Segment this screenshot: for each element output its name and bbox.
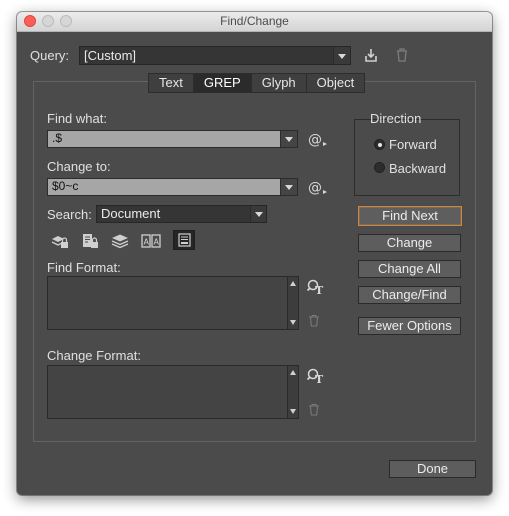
window-title: Find/Change — [220, 14, 289, 28]
forward-label[interactable]: Forward — [389, 137, 437, 152]
done-button[interactable]: Done — [389, 460, 476, 478]
change-format-box[interactable] — [47, 365, 299, 419]
search-label: Search: — [47, 207, 92, 222]
at-symbol-icon[interactable]: @ — [308, 131, 328, 147]
at-symbol-icon[interactable]: @ — [308, 179, 328, 195]
include-footnotes-toggle[interactable] — [173, 230, 195, 250]
direction-group — [354, 119, 460, 196]
svg-text:@: @ — [308, 180, 322, 195]
specify-format-icon[interactable]: T — [307, 279, 325, 295]
search-scope-value: Document — [101, 206, 161, 221]
trash-icon[interactable] — [308, 403, 320, 416]
backward-radio[interactable] — [374, 162, 385, 173]
find-what-label: Find what: — [47, 111, 107, 126]
change-format-label: Change Format: — [47, 348, 141, 363]
search-scope-dropdown[interactable]: Document — [96, 205, 267, 223]
chevron-down-icon — [333, 47, 350, 64]
tab-object[interactable]: Object — [307, 74, 365, 92]
svg-text:@: @ — [308, 132, 322, 147]
chevron-down-icon[interactable] — [280, 131, 297, 147]
tab-glyph[interactable]: Glyph — [252, 74, 307, 92]
specify-format-icon[interactable]: T — [307, 368, 325, 384]
change-find-button[interactable]: Change/Find — [358, 286, 461, 304]
find-format-scrollbar[interactable] — [287, 277, 298, 329]
include-hidden-layers-icon[interactable] — [111, 233, 129, 249]
scroll-down-icon[interactable] — [288, 315, 298, 329]
include-master-pages-icon[interactable]: A A — [141, 233, 161, 249]
svg-text:T: T — [315, 284, 324, 295]
scroll-up-icon[interactable] — [288, 277, 298, 291]
fewer-options-button[interactable]: Fewer Options — [358, 317, 461, 335]
svg-text:T: T — [315, 373, 324, 384]
find-change-dialog: Find/Change Query: [Custom] Text GREP Gl… — [17, 12, 492, 495]
find-what-value: .$ — [52, 131, 63, 145]
find-format-label: Find Format: — [47, 260, 121, 275]
change-to-value: $0~c — [52, 179, 79, 193]
query-dropdown[interactable]: [Custom] — [79, 46, 351, 65]
tab-grep[interactable]: GREP — [193, 74, 252, 92]
change-all-button[interactable]: Change All — [358, 260, 461, 278]
change-format-scrollbar[interactable] — [287, 366, 298, 418]
svg-text:A: A — [154, 238, 160, 247]
backward-label[interactable]: Backward — [389, 161, 446, 176]
trash-icon[interactable] — [395, 47, 409, 63]
query-value: [Custom] — [84, 48, 137, 63]
svg-text:A: A — [144, 238, 150, 247]
find-next-button[interactable]: Find Next — [358, 206, 462, 226]
title-bar[interactable]: Find/Change — [17, 12, 492, 32]
chevron-down-icon[interactable] — [280, 179, 297, 195]
include-locked-stories-icon[interactable] — [81, 233, 99, 249]
scroll-up-icon[interactable] — [288, 366, 298, 380]
chevron-down-icon — [250, 206, 266, 222]
mode-tabs: Text GREP Glyph Object — [148, 73, 366, 93]
query-label: Query: — [30, 48, 70, 63]
forward-radio[interactable] — [374, 139, 385, 150]
direction-label: Direction — [370, 111, 422, 126]
include-footnotes-icon — [178, 233, 191, 247]
save-query-icon[interactable] — [363, 47, 379, 63]
scroll-down-icon[interactable] — [288, 404, 298, 418]
include-locked-layers-icon[interactable] — [51, 233, 69, 249]
find-format-box[interactable] — [47, 276, 299, 330]
change-to-label: Change to: — [47, 159, 111, 174]
trash-icon[interactable] — [308, 314, 320, 327]
change-to-field[interactable]: $0~c — [47, 178, 298, 196]
tab-text[interactable]: Text — [149, 74, 194, 92]
change-button[interactable]: Change — [358, 234, 461, 252]
find-what-field[interactable]: .$ — [47, 130, 298, 148]
